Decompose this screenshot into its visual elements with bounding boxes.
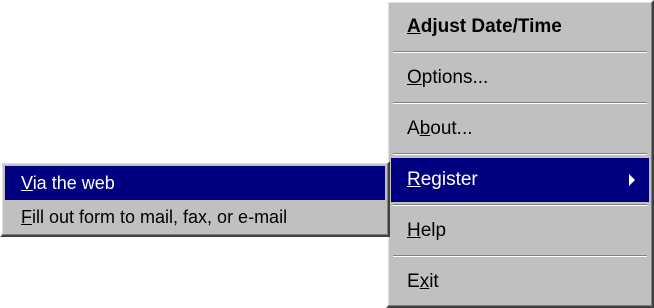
menu-item-label: Help <box>407 220 447 241</box>
menu-separator <box>391 202 649 209</box>
menu-separator <box>391 100 649 107</box>
register-submenu: Via the web Fill out form to mail, fax, … <box>0 161 390 237</box>
menu-item-label: Register <box>407 169 478 190</box>
context-menu: Adjust Date/Time Options... About... Reg… <box>386 0 654 308</box>
menu-item-adjust-date-time[interactable]: Adjust Date/Time <box>391 5 649 49</box>
menu-item-exit[interactable]: Exit <box>391 260 649 304</box>
menu-separator <box>391 49 649 56</box>
menu-item-about[interactable]: About... <box>391 107 649 151</box>
menu-item-label: Exit <box>407 271 439 292</box>
menu-item-options[interactable]: Options... <box>391 56 649 100</box>
menu-item-label: Adjust Date/Time <box>407 16 562 37</box>
submenu-arrow-icon <box>629 174 635 186</box>
menu-item-label: Options... <box>407 67 489 88</box>
menu-separator <box>391 253 649 260</box>
submenu-item-via-the-web[interactable]: Via the web <box>5 166 385 200</box>
submenu-item-label: Via the web <box>21 172 115 193</box>
menu-item-label: About... <box>407 118 473 139</box>
menu-item-register[interactable]: Register <box>391 158 649 202</box>
submenu-item-label: Fill out form to mail, fax, or e-mail <box>21 206 288 227</box>
submenu-item-fill-out-form[interactable]: Fill out form to mail, fax, or e-mail <box>5 200 385 234</box>
menu-separator <box>391 151 649 158</box>
menu-item-help[interactable]: Help <box>391 209 649 253</box>
